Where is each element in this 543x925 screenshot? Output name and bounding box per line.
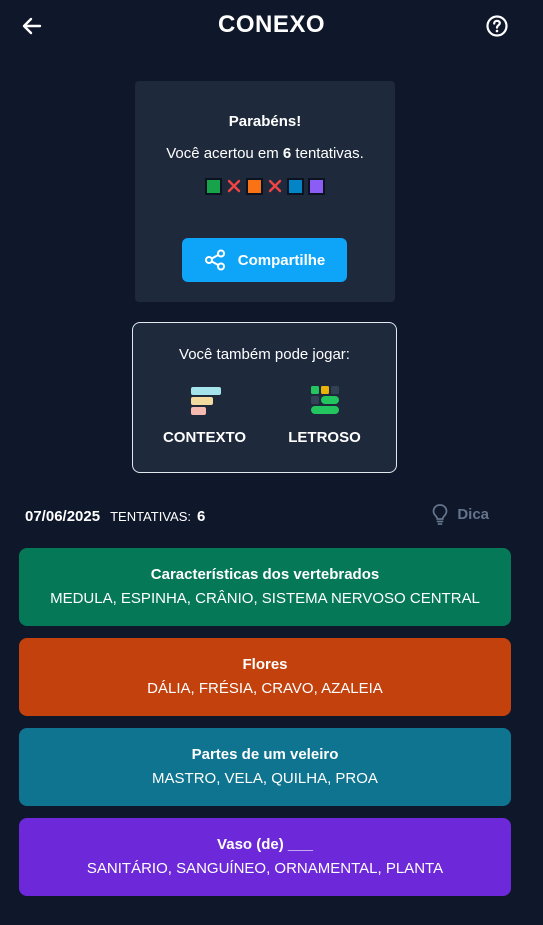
more-games-title: Você também pode jogar: — [179, 346, 350, 363]
group-card: Partes de um veleiro MASTRO, VELA, QUILH… — [19, 728, 511, 806]
game-letroso-label: LETROSO — [288, 429, 361, 446]
attempts-count: 6 — [282, 145, 292, 162]
attempts-label: TENTATIVAS: — [110, 508, 191, 524]
group-title: Partes de um veleiro — [191, 746, 339, 763]
history-square — [287, 177, 304, 195]
congrats-text: Parabéns! — [228, 113, 302, 130]
more-games-card: Você também pode jogar: CONTEXTO LETROSO — [132, 322, 397, 473]
history-square — [246, 177, 263, 195]
attempts-text: Você acertou em 6 tentativas. — [135, 145, 395, 162]
game-letroso[interactable]: LETROSO — [280, 385, 370, 446]
history-square — [205, 177, 222, 195]
page-title: CONEXO — [217, 11, 325, 38]
info-row: 07/06/2025 TENTATIVAS: 6 Dica — [25, 503, 513, 527]
group-card: Flores DÁLIA, FRÉSIA, CRAVO, AZALEIA — [19, 638, 511, 716]
help-icon — [486, 15, 508, 37]
group-words: DÁLIA, FRÉSIA, CRAVO, AZALEIA — [147, 680, 383, 697]
group-title: Flores — [242, 656, 288, 673]
attempts-suffix: tentativas. — [291, 145, 364, 162]
help-button[interactable] — [483, 12, 511, 40]
group-words: MASTRO, VELA, QUILHA, PROA — [152, 770, 378, 787]
group-card: Características dos vertebrados MEDULA, … — [19, 548, 511, 626]
share-label: Compartilhe — [237, 251, 326, 269]
contexto-icon — [190, 387, 221, 415]
hint-button[interactable]: Dica — [431, 503, 489, 525]
puzzle-date: 07/06/2025 — [25, 507, 101, 525]
attempts-value: 6 — [196, 507, 206, 525]
lightbulb-icon — [432, 504, 448, 525]
x-mark-icon — [226, 178, 242, 194]
hint-label: Dica — [457, 505, 489, 523]
result-card: Parabéns! Você acertou em 6 tentativas. … — [135, 81, 395, 302]
letroso-icon — [310, 386, 339, 414]
group-words: MEDULA, ESPINHA, CRÂNIO, SISTEMA NERVOSO… — [50, 590, 480, 607]
attempts-prefix: Você acertou em — [166, 145, 283, 162]
games-list: CONTEXTO LETROSO — [133, 385, 396, 446]
share-icon — [204, 249, 225, 271]
group-title: Características dos vertebrados — [150, 566, 380, 583]
game-contexto[interactable]: CONTEXTO — [160, 385, 250, 446]
group-card: Vaso (de) ___ SANITÁRIO, SANGUÍNEO, ORNA… — [19, 818, 511, 896]
history-square — [308, 177, 325, 195]
game-contexto-label: CONTEXTO — [162, 429, 247, 446]
group-title: Vaso (de) ___ — [217, 836, 313, 853]
share-button[interactable]: Compartilhe — [182, 238, 347, 282]
x-mark-icon — [267, 178, 283, 194]
header: CONEXO — [0, 0, 543, 50]
attempt-history — [135, 177, 395, 195]
group-words: SANITÁRIO, SANGUÍNEO, ORNAMENTAL, PLANTA — [86, 860, 444, 877]
